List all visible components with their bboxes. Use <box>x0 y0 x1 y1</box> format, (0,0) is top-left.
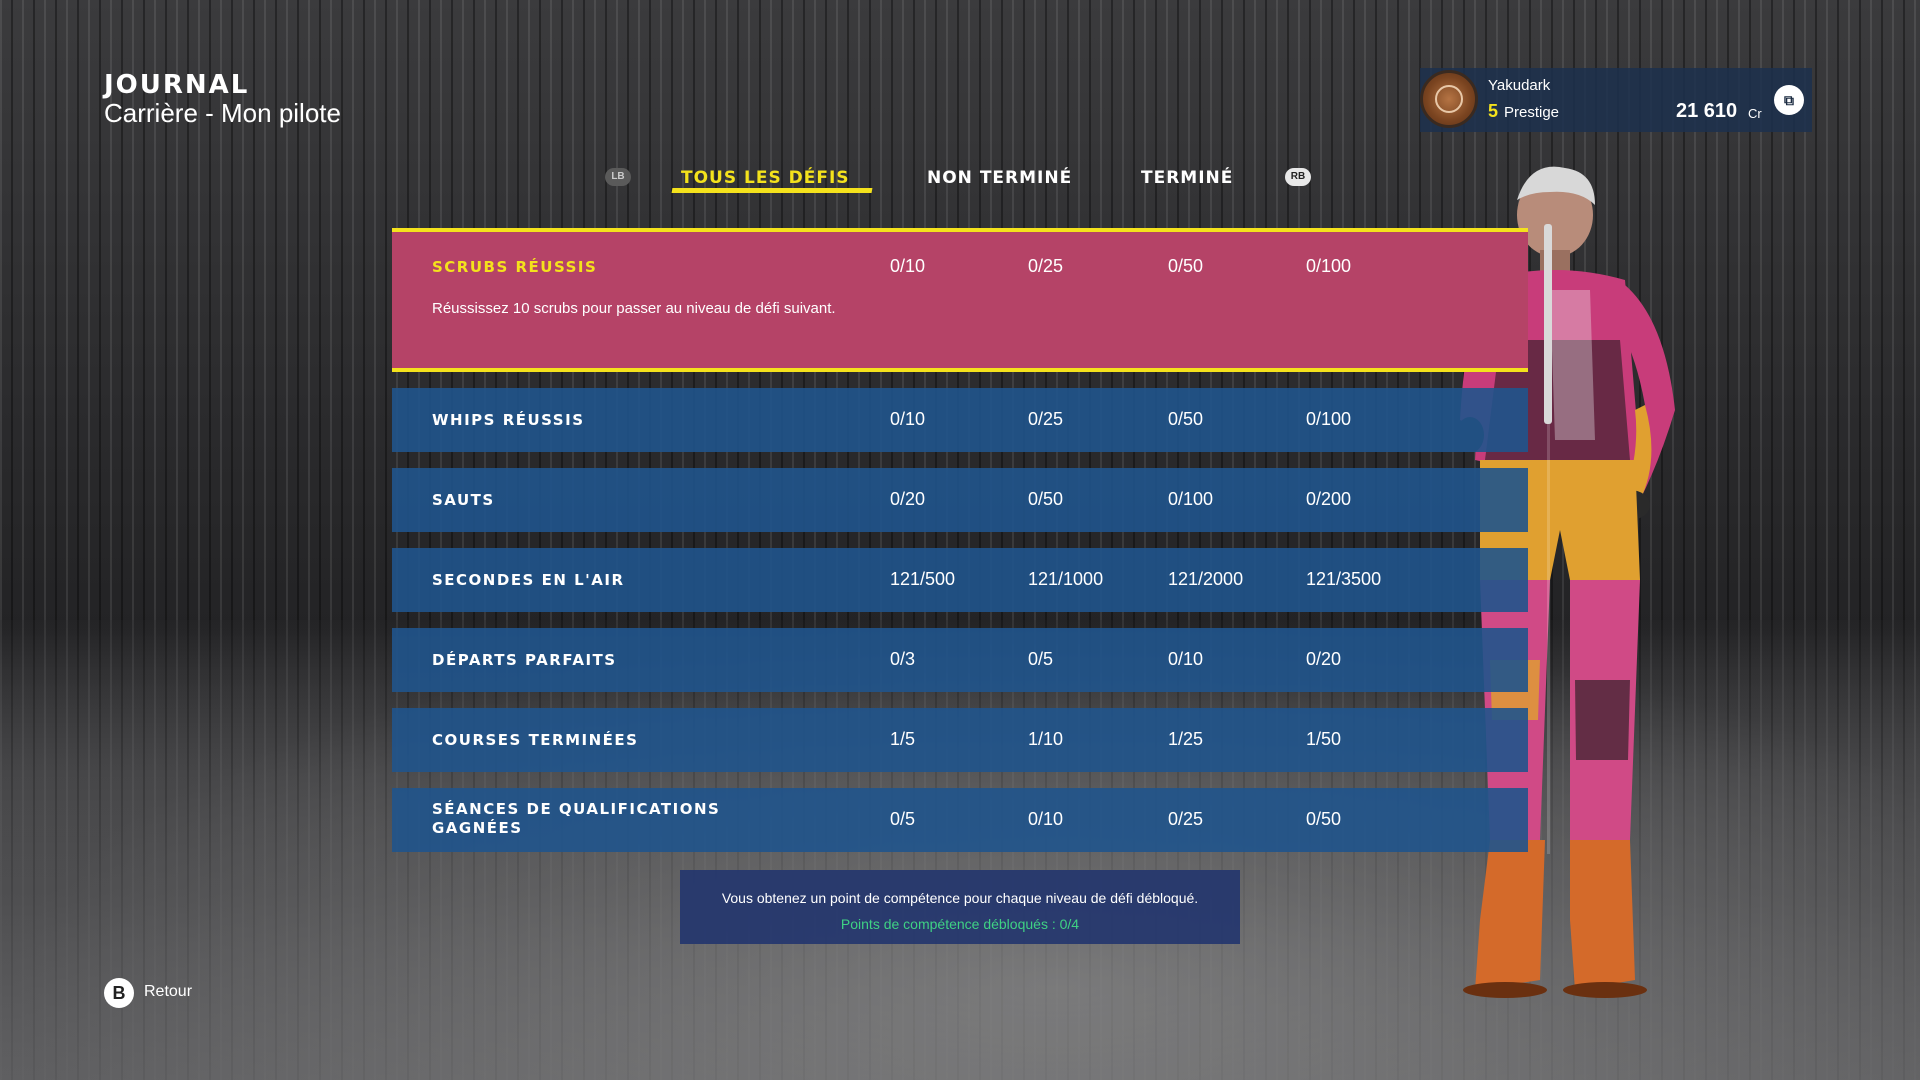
page-title: JOURNAL <box>104 70 250 100</box>
challenge-row-perfect-starts[interactable]: DÉPARTS PARFAITS 0/3 0/5 0/10 0/20 <box>392 628 1528 692</box>
challenge-tier-2: 0/5 <box>1028 649 1054 669</box>
page-subtitle: Carrière - Mon pilote <box>104 98 341 128</box>
challenge-row-qualifications[interactable]: SÉANCES DE QUALIFICATIONS GAGNÉES 0/5 0/… <box>392 788 1528 852</box>
credits-value: 21 610 <box>1676 100 1738 122</box>
challenge-tier-4: 0/50 <box>1306 809 1342 829</box>
active-tab-underline <box>671 188 873 193</box>
friends-icon[interactable]: ⧉ <box>1774 85 1804 115</box>
credits-unit: Cr <box>1748 106 1762 121</box>
challenge-tier-2: 0/10 <box>1028 809 1064 829</box>
profile-panel <box>1420 68 1812 132</box>
challenge-tier-3: 0/10 <box>1168 649 1204 669</box>
challenge-tier-3: 0/50 <box>1168 256 1204 276</box>
back-label[interactable]: Retour <box>144 983 192 1001</box>
challenge-tier-1: 0/10 <box>890 409 926 429</box>
challenge-row-races-finished[interactable]: COURSES TERMINÉES 1/5 1/10 1/25 1/50 <box>392 708 1528 772</box>
challenge-name: DÉPARTS PARFAITS <box>432 651 617 669</box>
challenge-name-line2: GAGNÉES <box>432 819 523 837</box>
challenge-tier-1: 0/10 <box>890 256 926 276</box>
tab-completed[interactable]: TERMINÉ <box>1141 168 1233 188</box>
b-button-icon[interactable]: B <box>104 978 134 1008</box>
challenge-tier-2: 0/50 <box>1028 489 1064 509</box>
challenge-tier-2: 0/25 <box>1028 256 1064 276</box>
challenge-tier-1: 0/20 <box>890 489 926 509</box>
skill-points-info: Vous obtenez un point de compétence pour… <box>680 870 1240 944</box>
challenge-row-whips[interactable]: WHIPS RÉUSSIS 0/10 0/25 0/50 0/100 <box>392 388 1528 452</box>
challenge-row-scrubs[interactable]: SCRUBS RÉUSSIS 0/10 0/25 0/50 0/100 Réus… <box>392 228 1528 372</box>
challenge-tier-3: 1/25 <box>1168 729 1204 749</box>
laurel-badge-icon <box>1420 70 1478 128</box>
prestige-label: Prestige <box>1504 104 1560 121</box>
challenge-tier-4: 0/20 <box>1306 649 1342 669</box>
challenge-tier-2: 121/1000 <box>1028 569 1104 589</box>
challenge-tier-4: 0/200 <box>1306 489 1352 509</box>
challenge-row-jumps[interactable]: SAUTS 0/20 0/50 0/100 0/200 <box>392 468 1528 532</box>
tab-not-completed[interactable]: NON TERMINÉ <box>927 168 1072 188</box>
challenge-tier-4: 0/100 <box>1306 409 1352 429</box>
challenge-tier-3: 0/25 <box>1168 809 1204 829</box>
skill-points-counter: Points de compétence débloqués : 0/4 <box>840 916 1080 932</box>
challenge-tier-1: 0/5 <box>890 809 916 829</box>
username: Yakudark <box>1488 77 1551 94</box>
tab-all-challenges[interactable]: TOUS LES DÉFIS <box>681 168 850 188</box>
prestige-level: 5 <box>1488 101 1499 121</box>
challenge-row-airtime[interactable]: SECONDES EN L'AIR 121/500 121/1000 121/2… <box>392 548 1528 612</box>
challenge-tier-2: 0/25 <box>1028 409 1064 429</box>
info-text: Vous obtenez un point de compétence pour… <box>721 890 1199 906</box>
challenge-tier-4: 0/100 <box>1306 256 1352 276</box>
challenge-name: COURSES TERMINÉES <box>432 731 639 749</box>
challenge-name: SCRUBS RÉUSSIS <box>432 258 598 276</box>
challenge-tier-4: 121/3500 <box>1306 569 1382 589</box>
challenge-description: Réussissez 10 scrubs pour passer au nive… <box>432 300 836 317</box>
challenge-name: SECONDES EN L'AIR <box>432 571 625 589</box>
challenge-tier-1: 0/3 <box>890 649 916 669</box>
challenge-tier-1: 1/5 <box>890 729 916 749</box>
challenge-tier-1: 121/500 <box>890 569 956 589</box>
challenge-tier-4: 1/50 <box>1306 729 1342 749</box>
challenge-name: SAUTS <box>432 491 495 509</box>
rb-button-icon[interactable]: RB <box>1285 168 1311 186</box>
challenge-tier-3: 0/50 <box>1168 409 1204 429</box>
challenge-name: WHIPS RÉUSSIS <box>432 411 585 429</box>
challenge-name: SÉANCES DE QUALIFICATIONS <box>432 800 721 818</box>
challenge-tier-2: 1/10 <box>1028 729 1064 749</box>
challenge-tier-3: 121/2000 <box>1168 569 1244 589</box>
lb-button-icon[interactable]: LB <box>605 168 631 186</box>
challenge-tier-3: 0/100 <box>1168 489 1214 509</box>
scrollbar-thumb[interactable] <box>1544 224 1552 424</box>
